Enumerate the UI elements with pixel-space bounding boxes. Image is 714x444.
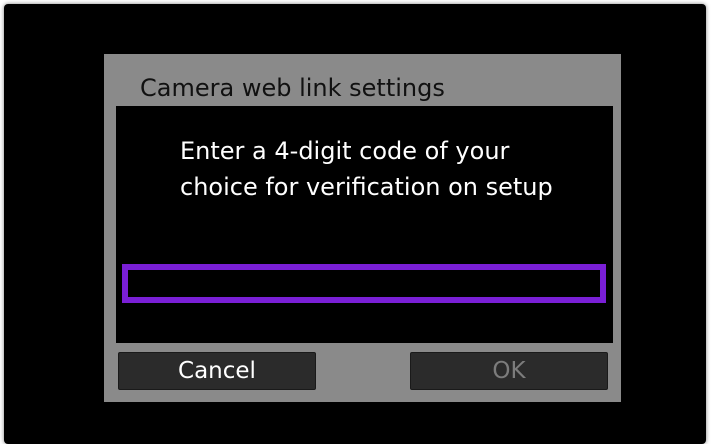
cancel-button[interactable]: Cancel xyxy=(118,352,316,390)
settings-dialog: Camera web link settings Enter a 4-digit… xyxy=(104,54,621,402)
screen-frame: Camera web link settings Enter a 4-digit… xyxy=(0,0,714,444)
instruction-message: Enter a 4-digit code of your choice for … xyxy=(180,133,600,205)
instruction-line-1: Enter a 4-digit code of your xyxy=(180,137,510,165)
verification-code-input[interactable] xyxy=(122,264,606,303)
dialog-body: Enter a 4-digit code of your choice for … xyxy=(116,106,613,343)
dialog-title: Camera web link settings xyxy=(140,74,445,102)
instruction-line-2: choice for verification on setup xyxy=(180,173,553,201)
camera-lcd-display: Camera web link settings Enter a 4-digit… xyxy=(4,4,706,444)
ok-button[interactable]: OK xyxy=(410,352,608,390)
